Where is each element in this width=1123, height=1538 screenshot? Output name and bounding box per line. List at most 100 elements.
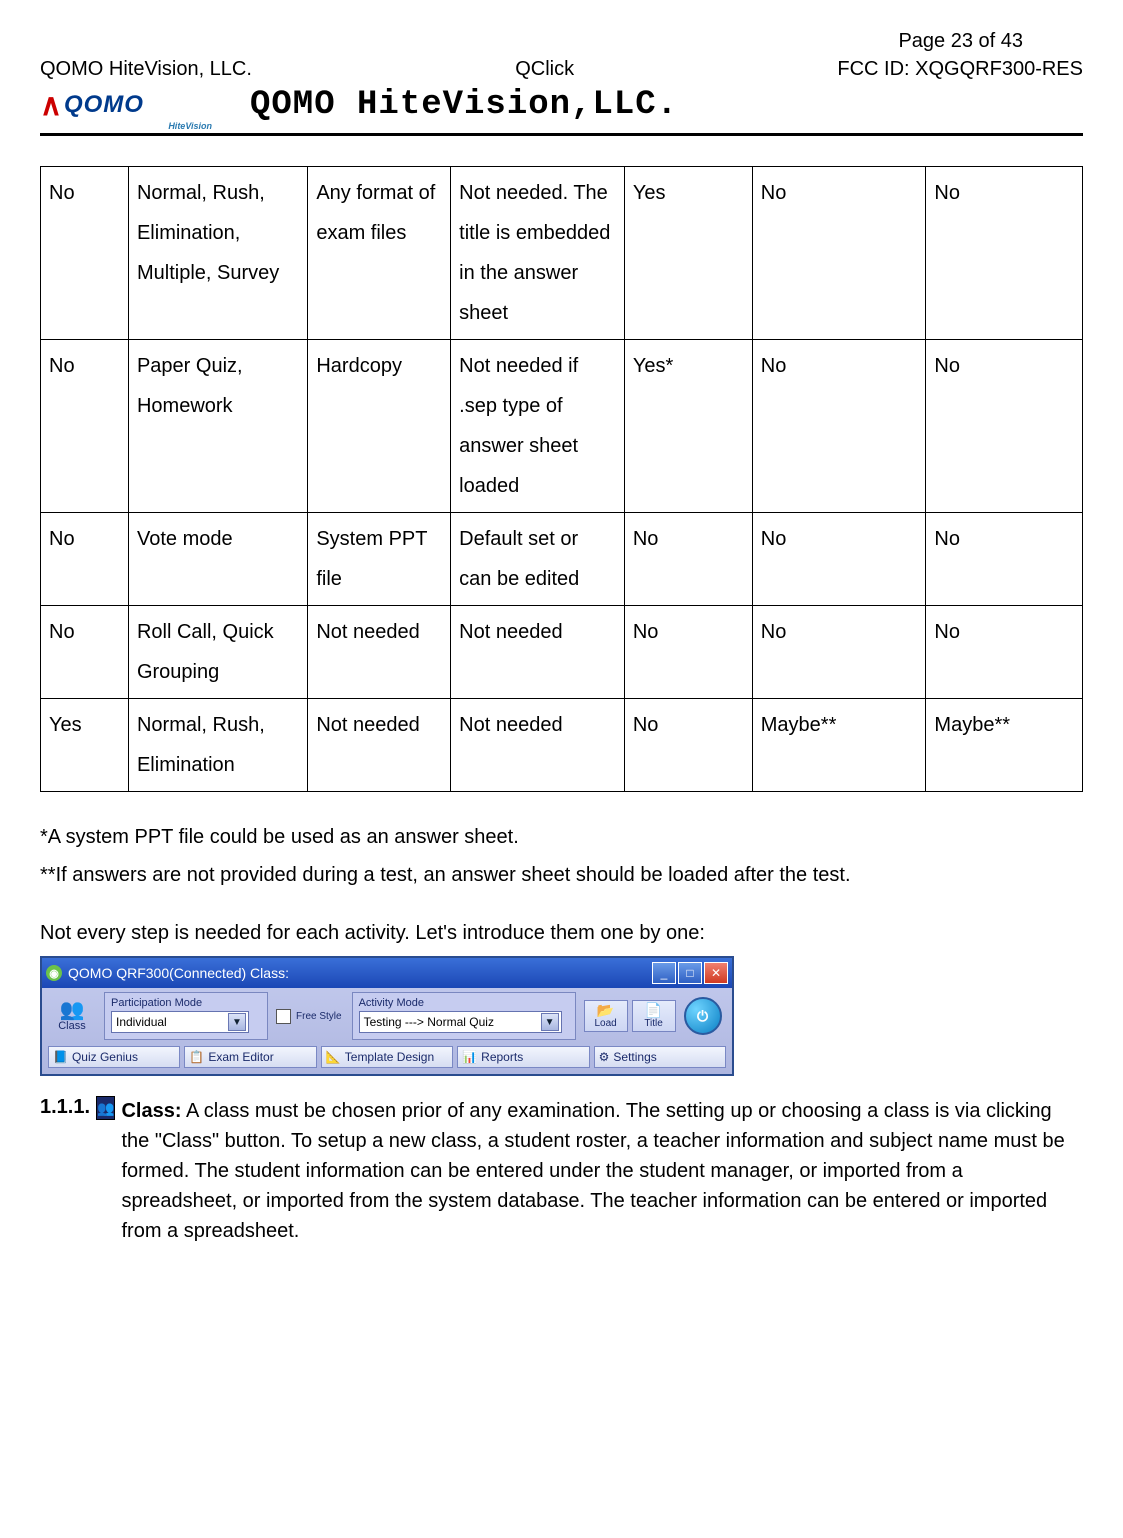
product-name-center: QClick (515, 58, 574, 81)
free-style-checkbox[interactable] (276, 1009, 291, 1024)
fcc-id: FCC ID: XQGQRF300-RES (837, 58, 1083, 81)
class-button-label: Class (48, 1020, 96, 1032)
header-row: QOMO HiteVision, LLC. QClick FCC ID: XQG… (40, 58, 1083, 81)
load-label: Load (594, 1018, 616, 1029)
table-cell: No (752, 606, 926, 699)
folder-open-icon: 📂 (585, 1003, 627, 1018)
table-cell: Default set or can be edited (451, 513, 625, 606)
table-cell: Yes (624, 167, 752, 340)
button-label: Settings (613, 1050, 656, 1064)
people-icon: 👥 (48, 1000, 96, 1020)
table-cell: No (752, 340, 926, 513)
app-screenshot: ◉ QOMO QRF300(Connected) Class: _ □ ✕ 👥 … (40, 956, 734, 1076)
table-row: NoNormal, Rush, Elimination, Multiple, S… (41, 167, 1083, 340)
table-cell: Not needed (451, 699, 625, 792)
template-design-button[interactable]: 📐Template Design (321, 1046, 453, 1068)
table-cell: Yes* (624, 340, 752, 513)
quiz-genius-button[interactable]: 📘Quiz Genius (48, 1046, 180, 1068)
logo-title-bar: ∧ QOMO HiteVision QOMO HiteVision,LLC. (40, 81, 1083, 136)
table-cell: No (624, 699, 752, 792)
participation-mode-group: Participation Mode Individual ▼ (104, 992, 268, 1040)
gear-icon: ⚙ (599, 1050, 610, 1064)
table-cell: No (41, 167, 129, 340)
table-cell: Hardcopy (308, 340, 451, 513)
app-icon: ◉ (46, 965, 62, 981)
settings-button[interactable]: ⚙Settings (594, 1046, 726, 1068)
table-cell: Any format of exam files (308, 167, 451, 340)
table-cell: No (41, 340, 129, 513)
load-button[interactable]: 📂 Load (584, 1000, 628, 1032)
participation-combo[interactable]: Individual ▼ (111, 1011, 249, 1033)
window-titlebar: ◉ QOMO QRF300(Connected) Class: _ □ ✕ (42, 958, 732, 988)
activity-combo[interactable]: Testing ---> Normal Quiz ▼ (359, 1011, 562, 1033)
reports-button[interactable]: 📊Reports (457, 1046, 589, 1068)
minimize-button[interactable]: _ (652, 962, 676, 984)
exam-editor-button[interactable]: 📋 Exam Editor (184, 1046, 316, 1068)
table-cell: Normal, Rush, Elimination (128, 699, 307, 792)
table-cell: Roll Call, Quick Grouping (128, 606, 307, 699)
maximize-button[interactable]: □ (678, 962, 702, 984)
table-row: NoRoll Call, Quick GroupingNot neededNot… (41, 606, 1083, 699)
activity-mode-group: Activity Mode Testing ---> Normal Quiz ▼ (352, 992, 576, 1040)
class-button[interactable]: 👥 Class (48, 1000, 96, 1032)
table-cell: System PPT file (308, 513, 451, 606)
table-row: NoPaper Quiz, HomeworkHardcopyNot needed… (41, 340, 1083, 513)
table-cell: No (752, 513, 926, 606)
section-body: A class must be chosen prior of any exam… (121, 1100, 1064, 1242)
section-heading: Class: (121, 1100, 181, 1122)
table-row: No Vote modeSystem PPT fileDefault set or… (41, 513, 1083, 606)
table-cell: Not needed (451, 606, 625, 699)
dropdown-arrow-icon: ▼ (541, 1013, 559, 1031)
button-label: Quiz Genius (72, 1050, 138, 1064)
title-label: Title (644, 1018, 663, 1029)
button-label: Reports (481, 1050, 523, 1064)
secondary-toolbar: 📘Quiz Genius 📋 Exam Editor 📐Template Design… (42, 1044, 732, 1074)
button-label: Exam Editor (208, 1050, 273, 1064)
participation-value: Individual (116, 1015, 167, 1029)
section-number: 1.1.1. (40, 1096, 90, 1119)
table-cell: No (752, 167, 926, 340)
table-cell: Not needed (308, 606, 451, 699)
table-cell: No (926, 340, 1083, 513)
footnotes: *A system PPT file could be used as an a… (40, 820, 1083, 950)
close-button[interactable]: ✕ (704, 962, 728, 984)
table-cell: Not needed. The title is embedded in the… (451, 167, 625, 340)
table-cell: No (926, 167, 1083, 340)
page-header: Page 23 of 43 (40, 30, 1083, 53)
activity-value: Testing ---> Normal Quiz (364, 1015, 494, 1029)
footnote-2: **If answers are not provided during a t… (40, 858, 1083, 892)
table-cell: Maybe** (752, 699, 926, 792)
logo-brand-text: QOMO (64, 91, 144, 119)
free-style-label: Free Style (296, 1011, 342, 1022)
window-title: QOMO QRF300(Connected) Class: (68, 965, 289, 981)
table-row: YesNormal, Rush, Elimination Not neededNo… (41, 699, 1083, 792)
people-icon: 👥 (96, 1096, 115, 1120)
section-1-1-1: 1.1.1. 👥 Class: A class must be chosen p… (40, 1096, 1083, 1246)
logo-sub-text: HiteVision (168, 121, 212, 131)
power-icon: ⏻ (697, 1008, 708, 1025)
table-cell: No (624, 606, 752, 699)
table-cell: No (41, 606, 129, 699)
table-cell: Maybe** (926, 699, 1083, 792)
table-cell: No (926, 606, 1083, 699)
table-cell: No (926, 513, 1083, 606)
participation-label: Participation Mode (111, 997, 261, 1009)
main-toolbar: 👥 Class Participation Mode Individual ▼ … (42, 988, 732, 1044)
list-icon: 📋 (189, 1050, 204, 1064)
table-cell: No (624, 513, 752, 606)
power-button[interactable]: ⏻ (684, 997, 722, 1035)
footnote-1: *A system PPT file could be used as an a… (40, 820, 1083, 854)
table-cell: Yes (41, 699, 129, 792)
load-title-group: 📂 Load 📄 Title (584, 1000, 676, 1032)
section-text: Class: A class must be chosen prior of a… (121, 1096, 1083, 1246)
company-name-left: QOMO HiteVision, LLC. (40, 58, 252, 81)
table-cell: Normal, Rush, Elimination, Multiple, Sur… (128, 167, 307, 340)
button-label: Template Design (345, 1050, 434, 1064)
table-cell: Vote mode (128, 513, 307, 606)
logo-mark-icon: ∧ (40, 88, 62, 123)
table-cell: Paper Quiz, Homework (128, 340, 307, 513)
title-button[interactable]: 📄 Title (632, 1000, 676, 1032)
table-cell: Not needed if .sep type of answer sheet … (451, 340, 625, 513)
page-number: Page 23 of 43 (898, 30, 1023, 53)
intro-line: Not every step is needed for each activi… (40, 916, 1083, 950)
